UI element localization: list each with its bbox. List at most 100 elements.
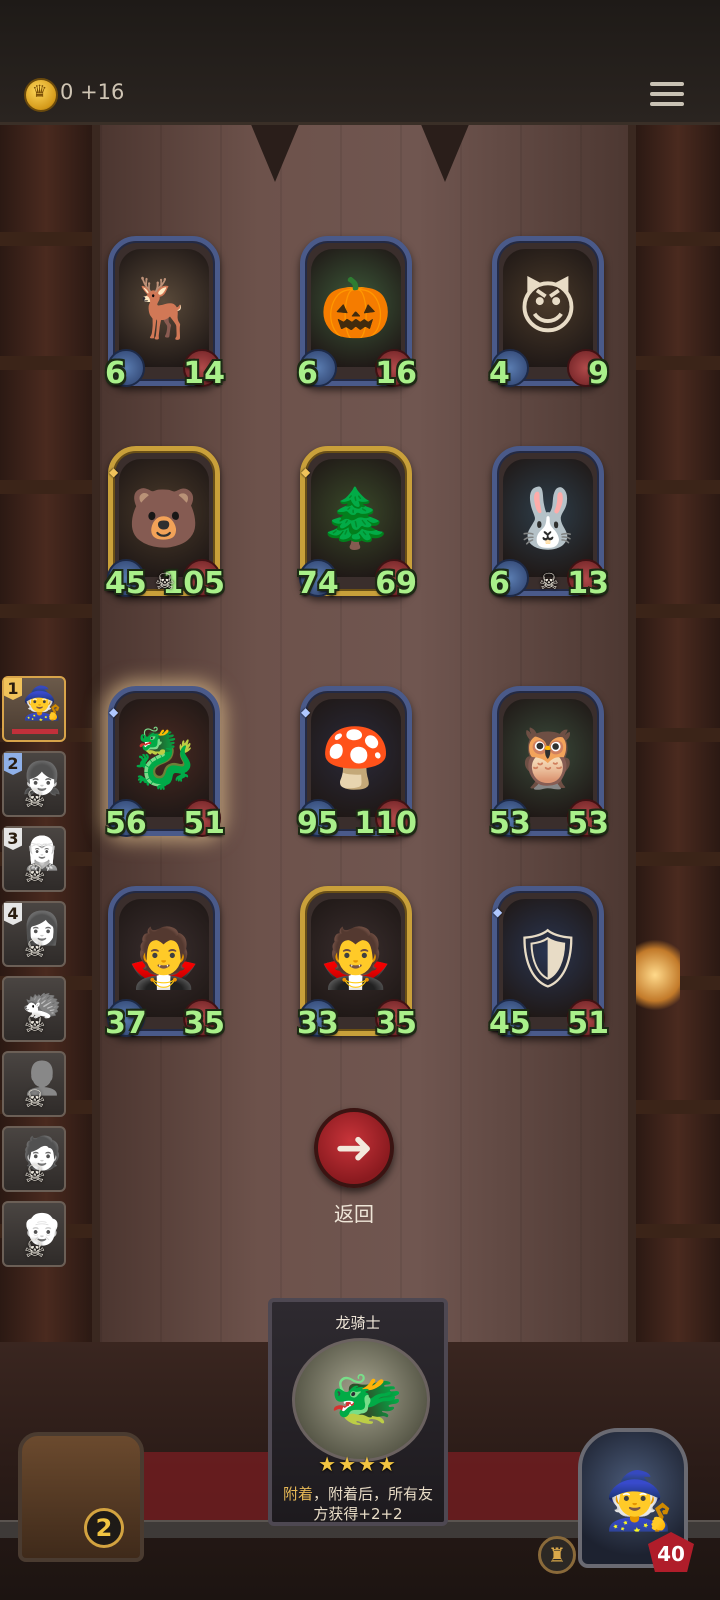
skull-icon: ☠ [24, 785, 46, 813]
unit-card[interactable]: 🎃 6 16 [297, 236, 417, 391]
roster-slot[interactable]: 🦔 ☠ [2, 976, 66, 1042]
arch-decoration [250, 122, 300, 182]
roster-slot[interactable]: 👧 2 ☠ [2, 751, 66, 817]
owl-icon: 🦉 [511, 724, 585, 792]
menu-line-icon [650, 92, 684, 96]
unit-card[interactable]: 🌲 ◆ 74 69 [297, 446, 417, 601]
wizard-icon: 🧙 [604, 1469, 674, 1534]
unit-card[interactable]: 🍄 ◆ 95 110 [297, 686, 417, 841]
skull-icon: ☠ [24, 935, 46, 963]
tree-spirit-icon: 🌲 [319, 484, 393, 552]
unit-health: 16 [375, 356, 417, 391]
right-bookshelf [636, 122, 720, 1422]
unit-attack: 33 [297, 1006, 339, 1041]
menu-line-icon [650, 82, 684, 86]
roster-portrait-icon: 🧙 [22, 684, 62, 722]
featured-card[interactable]: 龙骑士 🐲 ★★★★ 附着，附着后，所有友方获得+2+2 [268, 1298, 448, 1526]
back-button[interactable]: ➜ [314, 1108, 394, 1188]
unit-health: 51 [183, 806, 225, 841]
unit-health: 35 [183, 1006, 225, 1041]
unit-attack: 53 [489, 806, 531, 841]
gold-coin-icon [24, 78, 58, 112]
lantern-icon [630, 935, 680, 1015]
menu-button[interactable] [650, 82, 684, 114]
skull-icon: ☠ [24, 1235, 46, 1263]
unit-health: 53 [567, 806, 609, 841]
unit-card[interactable]: 🧛 33 35 [297, 886, 417, 1041]
roster-slot[interactable]: 🧑 ☠ [2, 1126, 66, 1192]
unit-card[interactable]: 🐉 ◆ 56 51 [105, 686, 225, 841]
unit-health: 51 [567, 1006, 609, 1041]
roster-number: 4 [4, 903, 22, 925]
mushroom-icon: 🍄 [319, 724, 393, 792]
gem-icon: ◆ [301, 465, 311, 479]
unit-card[interactable]: 😈 4 9 [489, 236, 609, 391]
unit-health: 35 [375, 1006, 417, 1041]
skull-icon: ☠ [24, 1085, 46, 1113]
unit-card[interactable]: 🛡 ◆ 45 51 [489, 886, 609, 1041]
gold-counter: 0 +16 [60, 80, 124, 104]
bell-icon: ♜ [548, 1543, 566, 1567]
gold-value: 0 [60, 80, 74, 104]
unit-card[interactable]: 🐻 ◆ 45 105 ☠ [105, 446, 225, 601]
top-bar: 0 +16 [0, 0, 720, 125]
treasure-chest-button[interactable] [18, 1432, 144, 1562]
skull-icon: ☠ [24, 1160, 46, 1188]
gem-icon: ◆ [109, 465, 119, 479]
unit-attack: 74 [297, 566, 339, 601]
roster-slot[interactable]: 🧝 3 ☠ [2, 826, 66, 892]
unit-health: 14 [183, 356, 225, 391]
unit-attack: 6 [297, 356, 318, 391]
featured-card-description: 附着，附着后，所有友方获得+2+2 [278, 1484, 438, 1524]
roster-slot[interactable]: 🧙 1 [2, 676, 66, 742]
roster-slot[interactable]: 👤 ☠ [2, 1051, 66, 1117]
unit-health: 69 [375, 566, 417, 601]
unit-attack: 45 [105, 566, 147, 601]
skull-icon: ☠ [155, 570, 175, 595]
roster-number: 1 [4, 678, 22, 700]
deer-icon: 🦌 [127, 274, 201, 342]
roster-slot[interactable]: 👴 ☠ [2, 1201, 66, 1267]
featured-card-portrait: 🐲 [292, 1338, 430, 1462]
skull-icon: ☠ [24, 860, 46, 888]
roster-slot[interactable]: 👩 4 ☠ [2, 901, 66, 967]
unit-card[interactable]: 🐰 6 13 ☠ [489, 446, 609, 601]
bear-icon: 🐻 [127, 484, 201, 552]
unit-card[interactable]: 🦌 6 14 [105, 236, 225, 391]
rabbit-icon: 🐰 [511, 484, 585, 552]
gem-icon: ◆ [493, 905, 503, 919]
unit-attack: 6 [489, 566, 510, 601]
roster-number: 2 [4, 753, 22, 775]
unit-card[interactable]: 🧛 37 35 [105, 886, 225, 1041]
gem-icon: ◆ [109, 705, 119, 719]
skull-icon: ☠ [539, 570, 559, 595]
vampire-icon: 🧛 [319, 924, 393, 992]
unit-card[interactable]: 🦉 53 53 [489, 686, 609, 841]
menu-line-icon [650, 102, 684, 106]
unit-health: 9 [588, 356, 609, 391]
roster-health-bar [12, 729, 58, 734]
unit-attack: 45 [489, 1006, 531, 1041]
pumpkin-icon: 🎃 [319, 274, 393, 342]
featured-card-title: 龙骑士 [335, 1314, 381, 1332]
gem-icon: ◆ [301, 705, 311, 719]
unit-attack: 6 [105, 356, 126, 391]
roster-number: 3 [4, 828, 22, 850]
bell-button[interactable]: ♜ [538, 1536, 576, 1574]
keyword: 附着 [282, 1485, 313, 1503]
knight-icon: 🛡 [511, 924, 585, 992]
unit-health: 110 [354, 806, 417, 841]
unit-attack: 95 [297, 806, 339, 841]
arch-decoration [420, 122, 470, 182]
description-text: ，附着后，所有友方获得+2+2 [313, 1485, 434, 1523]
back-label: 返回 [334, 1202, 374, 1226]
chest-count-badge: 2 [84, 1508, 124, 1548]
star-rating: ★★★★ [318, 1452, 398, 1476]
gold-gain: +16 [80, 80, 125, 104]
dragon-knight-icon: 🐲 [329, 1364, 404, 1434]
unit-attack: 4 [489, 356, 510, 391]
dragon-icon: 🐉 [127, 724, 201, 792]
unit-attack: 56 [105, 806, 147, 841]
back-arrow-icon: ➜ [334, 1120, 374, 1174]
vampire-icon: 🧛 [127, 924, 201, 992]
